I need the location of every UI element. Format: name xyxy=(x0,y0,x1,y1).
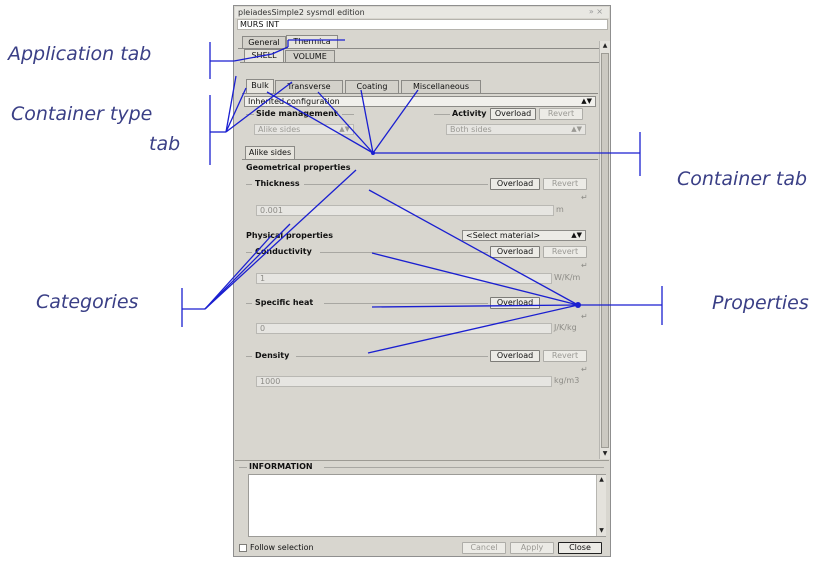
annotation-leader-lines xyxy=(181,39,663,354)
container-tab-leaders xyxy=(266,91,374,154)
properties-leaders xyxy=(368,189,579,306)
